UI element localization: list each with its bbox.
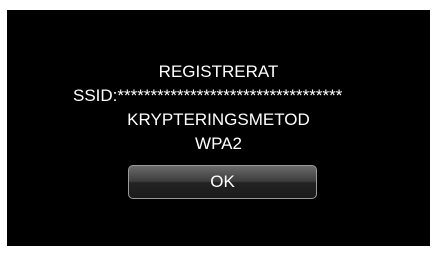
registration-dialog: REGISTRERAT SSID:***********************…: [7, 10, 430, 246]
encryption-label: KRYPTERINGSMETOD: [127, 110, 310, 129]
ssid-text: SSID:**********************************: [73, 86, 343, 105]
ok-button-label: OK: [210, 172, 235, 191]
ok-button[interactable]: OK: [128, 165, 317, 199]
status-text: REGISTRERAT: [158, 62, 279, 81]
encryption-value: WPA2: [195, 134, 242, 153]
